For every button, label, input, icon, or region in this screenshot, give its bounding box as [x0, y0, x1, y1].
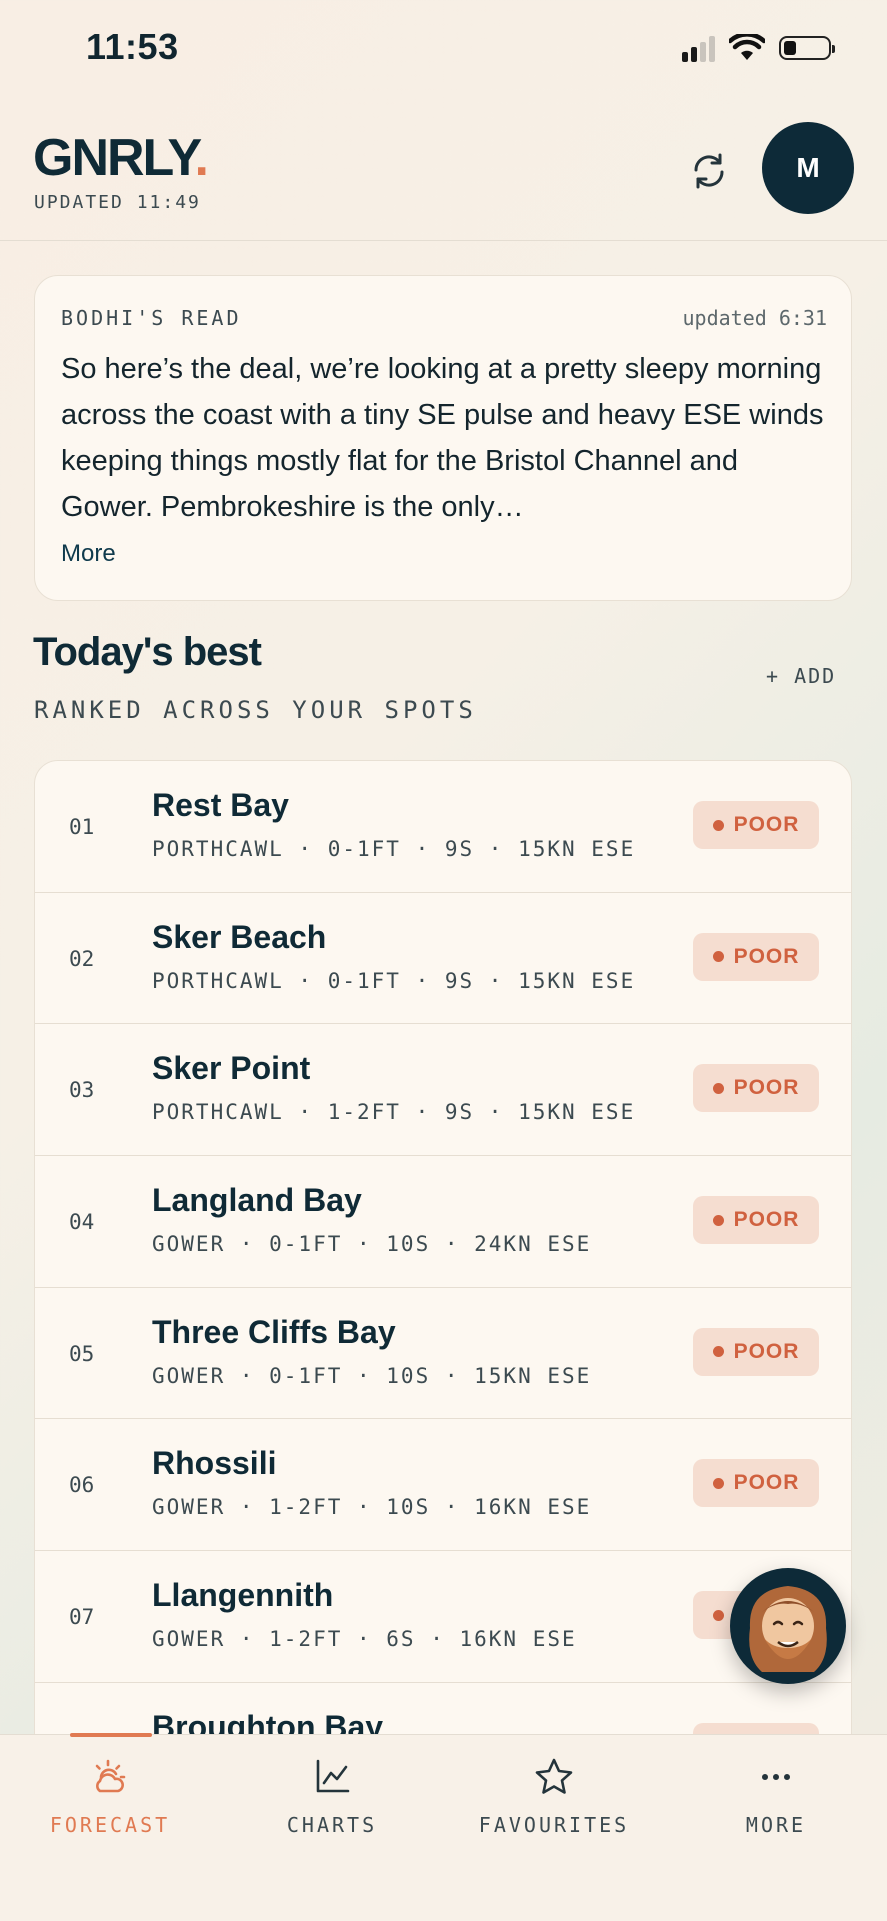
- section-subtitle: RANKED ACROSS YOUR SPOTS: [34, 696, 477, 724]
- bodhi-mascot-button[interactable]: [730, 1568, 846, 1684]
- rating-dot-icon: [713, 1083, 724, 1094]
- spot-rank: 04: [69, 1210, 94, 1234]
- spot-row[interactable]: 04 Langland Bay GOWER · 0-1FT · 10S · 24KN…: [35, 1156, 851, 1288]
- rating-badge: POOR: [693, 1064, 819, 1112]
- rating-dot-icon: [713, 1215, 724, 1226]
- spot-rank: 06: [69, 1473, 94, 1497]
- status-icons: [682, 34, 831, 62]
- card-title: BODHI'S READ: [61, 306, 242, 330]
- spot-rank: 03: [69, 1078, 94, 1102]
- rating-dot-icon: [713, 1346, 724, 1357]
- spot-name: Sker Point: [152, 1050, 310, 1087]
- rating-label: POOR: [734, 1208, 800, 1232]
- user-avatar[interactable]: M: [762, 122, 854, 214]
- spot-name: Sker Beach: [152, 919, 326, 956]
- rating-label: POOR: [734, 1076, 800, 1100]
- spot-name: Langland Bay: [152, 1182, 362, 1219]
- line-chart-icon: [310, 1755, 354, 1799]
- card-summary: So here’s the deal, we’re looking at a p…: [61, 346, 831, 530]
- app-logo: GNRLY.: [33, 128, 207, 188]
- spot-conditions: PORTHCAWL · 0-1FT · 9S · 15KN ESE: [152, 969, 635, 993]
- spot-name: Rest Bay: [152, 787, 289, 824]
- status-time: 11:53: [86, 26, 179, 68]
- spot-list: 01 Rest Bay PORTHCAWL · 0-1FT · 9S · 15KN …: [34, 760, 852, 1735]
- spot-rank: 05: [69, 1342, 94, 1366]
- rating-badge: POOR: [693, 1328, 819, 1376]
- spot-row[interactable]: 02 Sker Beach PORTHCAWL · 0-1FT · 9S · 15K…: [35, 893, 851, 1025]
- rating-badge: POOR: [693, 1459, 819, 1507]
- rating-dot-icon: [713, 1610, 724, 1621]
- spot-rank: 02: [69, 947, 94, 971]
- add-spot-button[interactable]: + ADD: [766, 664, 836, 688]
- rating-badge: POOR: [693, 1196, 819, 1244]
- spot-conditions: GOWER · 1-2FT · 6S · 16KN ESE: [152, 1627, 577, 1651]
- spot-name: Llangennith: [152, 1577, 333, 1614]
- nav-forecast[interactable]: FORECAST: [20, 1755, 200, 1837]
- rating-label: POOR: [734, 945, 800, 969]
- more-link[interactable]: More: [61, 540, 116, 568]
- bodhi-read-card: BODHI'S READ updated 6:31 So here’s the …: [34, 275, 852, 601]
- status-bar: 11:53: [0, 0, 887, 100]
- nav-charts[interactable]: CHARTS: [242, 1755, 422, 1837]
- rating-dot-icon: [713, 1478, 724, 1489]
- bottom-nav: FORECAST CHARTS FAVOURITES MORE: [0, 1734, 887, 1921]
- rating-badge: POOR: [693, 801, 819, 849]
- spot-row[interactable]: 07 Llangennith GOWER · 1-2FT · 6S · 16KN E…: [35, 1551, 851, 1683]
- spot-rank: 07: [69, 1605, 94, 1629]
- rating-badge: POOR: [693, 933, 819, 981]
- rating-dot-icon: [713, 951, 724, 962]
- rating-dot-icon: [713, 820, 724, 831]
- bodhi-face-icon: [730, 1568, 846, 1684]
- spot-name: Three Cliffs Bay: [152, 1314, 396, 1351]
- active-tab-indicator: [70, 1733, 152, 1737]
- spot-row[interactable]: 01 Rest Bay PORTHCAWL · 0-1FT · 9S · 15KN …: [35, 761, 851, 893]
- spot-conditions: PORTHCAWL · 1-2FT · 9S · 15KN ESE: [152, 1100, 635, 1124]
- section-title: Today's best: [33, 630, 261, 675]
- battery-icon: [779, 36, 831, 60]
- wifi-icon: [729, 34, 765, 62]
- spot-conditions: PORTHCAWL · 0-1FT · 9S · 15KN ESE: [152, 837, 635, 861]
- spot-conditions: GOWER · 0-1FT · 10S · 15KN ESE: [152, 1364, 591, 1388]
- rating-label: POOR: [734, 1340, 800, 1364]
- nav-favourites[interactable]: FAVOURITES: [464, 1755, 644, 1837]
- star-icon: [532, 1755, 576, 1799]
- updated-time: UPDATED 11:49: [34, 192, 201, 213]
- spot-conditions: GOWER · 1-2FT · 10S · 16KN ESE: [152, 1495, 591, 1519]
- nav-more[interactable]: MORE: [686, 1755, 866, 1837]
- spot-row[interactable]: 08Broughton BayPOOR: [35, 1683, 851, 1735]
- sun-cloud-icon: [88, 1755, 132, 1799]
- rating-label: POOR: [734, 1471, 800, 1495]
- spot-row[interactable]: 06 Rhossili GOWER · 1-2FT · 10S · 16KN ESE…: [35, 1419, 851, 1551]
- spot-row[interactable]: 05 Three Cliffs Bay GOWER · 0-1FT · 10S · …: [35, 1288, 851, 1420]
- rating-label: POOR: [734, 813, 800, 837]
- spot-row[interactable]: 03 Sker Point PORTHCAWL · 1-2FT · 9S · 15K…: [35, 1024, 851, 1156]
- signal-icon: [682, 34, 715, 62]
- spot-name: Broughton Bay: [152, 1709, 383, 1735]
- app-header: GNRLY. UPDATED 11:49 M: [0, 100, 887, 241]
- refresh-icon[interactable]: [688, 150, 730, 192]
- more-dots-icon: [754, 1755, 798, 1799]
- card-updated: updated 6:31: [683, 306, 828, 330]
- spot-rank: 01: [69, 815, 94, 839]
- spot-conditions: GOWER · 0-1FT · 10S · 24KN ESE: [152, 1232, 591, 1256]
- spot-name: Rhossili: [152, 1445, 276, 1482]
